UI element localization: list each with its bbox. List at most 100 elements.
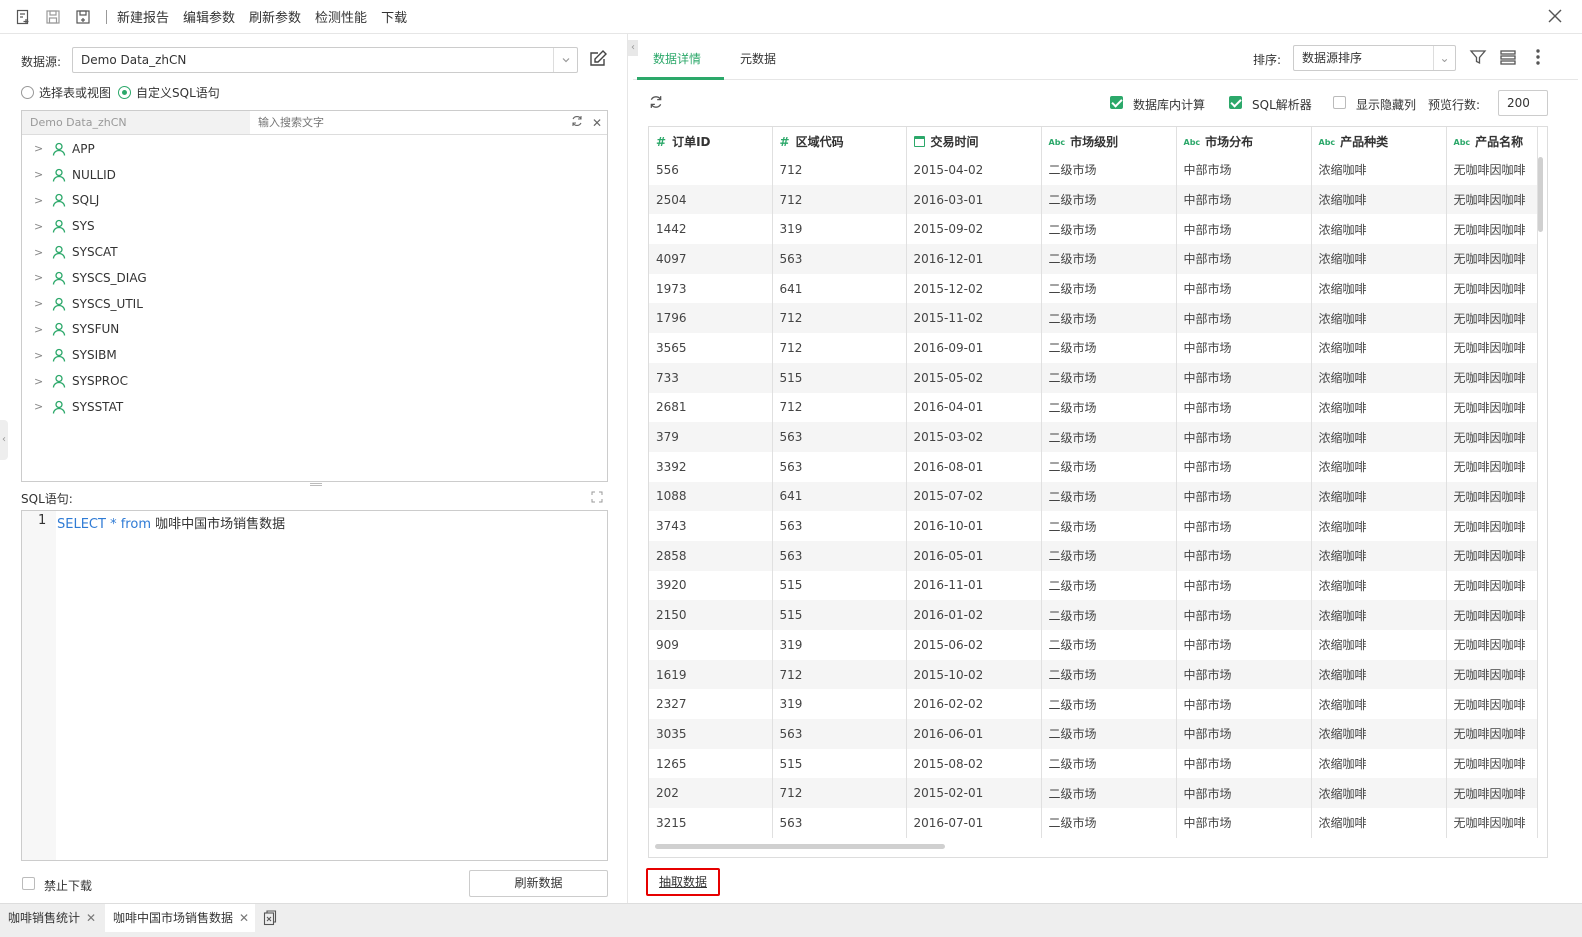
table-row[interactable]: 3743 563 2016-10-01 二级市场 中部市场 浓缩咖啡 无咖啡因咖啡 bbox=[649, 511, 1538, 541]
list-view-icon[interactable] bbox=[1499, 48, 1519, 68]
column-header[interactable]: # 订单ID bbox=[649, 127, 773, 155]
table-row[interactable]: 1796 712 2015-11-02 二级市场 中部市场 浓缩咖啡 无咖啡因咖啡 bbox=[649, 303, 1538, 334]
db-compute-checkbox[interactable] bbox=[1110, 96, 1123, 109]
radio-circle-icon[interactable] bbox=[21, 86, 34, 99]
tree-item-schema[interactable]: > SYS bbox=[22, 213, 607, 239]
table-row[interactable]: 3035 563 2016-06-01 二级市场 中部市场 浓缩咖啡 无咖啡因咖啡 bbox=[649, 719, 1538, 749]
save-icon[interactable] bbox=[44, 8, 62, 26]
chevron-right-icon[interactable]: > bbox=[34, 323, 46, 336]
refresh-data-button[interactable]: 刷新数据 bbox=[469, 870, 608, 897]
column-header[interactable]: # 区域代码 bbox=[772, 127, 907, 155]
show-hidden-checkbox[interactable] bbox=[1333, 96, 1346, 109]
column-header-label: 区域代码 bbox=[795, 134, 844, 149]
sql-code[interactable]: SELECT * from 咖啡中国市场销售数据 bbox=[57, 513, 285, 532]
chevron-right-icon[interactable]: > bbox=[34, 297, 46, 310]
table-row[interactable]: 2327 319 2016-02-02 二级市场 中部市场 浓缩咖啡 无咖啡因咖啡 bbox=[649, 689, 1538, 720]
column-header[interactable]: 交易时间 bbox=[906, 127, 1042, 155]
table-row[interactable]: 4097 563 2016-12-01 二级市场 中部市场 浓缩咖啡 无咖啡因咖啡 bbox=[649, 244, 1538, 274]
tree-item-schema[interactable]: > SYSCAT bbox=[22, 239, 607, 265]
reload-icon[interactable] bbox=[649, 95, 663, 112]
close-icon[interactable] bbox=[1546, 7, 1566, 27]
tree-item-schema[interactable]: > SYSCS_DIAG bbox=[22, 265, 607, 291]
extract-data-button[interactable]: 抽取数据 bbox=[646, 868, 720, 896]
save-as-icon[interactable] bbox=[74, 8, 92, 26]
table-row[interactable]: 3920 515 2016-11-01 二级市场 中部市场 浓缩咖啡 无咖啡因咖啡 bbox=[649, 570, 1538, 601]
tree-item-schema[interactable]: > APP bbox=[22, 136, 607, 162]
add-tab-icon[interactable] bbox=[263, 910, 277, 929]
vertical-scrollbar[interactable] bbox=[1538, 157, 1543, 232]
table-row[interactable]: 556 712 2015-04-02 二级市场 中部市场 浓缩咖啡 无咖啡因咖啡 bbox=[649, 155, 1538, 185]
disable-download-checkbox[interactable] bbox=[22, 877, 35, 890]
filter-icon[interactable] bbox=[1469, 48, 1489, 68]
table-row[interactable]: 1442 319 2015-09-02 二级市场 中部市场 浓缩咖啡 无咖啡因咖啡 bbox=[649, 214, 1538, 245]
left-collapse-handle[interactable]: ‹ bbox=[0, 420, 8, 460]
chevron-right-icon[interactable]: > bbox=[34, 400, 46, 413]
radio-selected-icon[interactable] bbox=[118, 86, 131, 99]
chevron-down-icon[interactable] bbox=[553, 48, 577, 72]
refresh-params-button[interactable]: 刷新参数 bbox=[249, 7, 301, 26]
clear-icon[interactable]: ✕ bbox=[587, 116, 607, 130]
table-row[interactable]: 202 712 2015-02-01 二级市场 中部市场 浓缩咖啡 无咖啡因咖啡 bbox=[649, 778, 1538, 809]
close-tab-icon[interactable]: ✕ bbox=[239, 911, 249, 925]
table-row[interactable]: 733 515 2015-05-02 二级市场 中部市场 浓缩咖啡 无咖啡因咖啡 bbox=[649, 362, 1538, 393]
tab-coffee-stats[interactable]: 咖啡销售统计 ✕ bbox=[0, 904, 104, 932]
sql-parser-checkbox[interactable] bbox=[1229, 96, 1242, 109]
tree-item-schema[interactable]: > SYSFUN bbox=[22, 317, 607, 343]
tree-item-schema[interactable]: > SYSPROC bbox=[22, 368, 607, 394]
new-report-button[interactable]: 新建报告 bbox=[117, 7, 169, 26]
preview-rows-input[interactable]: 200 bbox=[1498, 90, 1548, 116]
tree-item-schema[interactable]: > SYSIBM bbox=[22, 342, 607, 368]
chevron-right-icon[interactable]: > bbox=[34, 375, 46, 388]
table-row[interactable]: 2858 563 2016-05-01 二级市场 中部市场 浓缩咖啡 无咖啡因咖啡 bbox=[649, 540, 1538, 571]
column-header[interactable]: Abc 产品名称 bbox=[1446, 127, 1538, 155]
column-header[interactable]: Abc 市场分布 bbox=[1176, 127, 1312, 155]
chevron-right-icon[interactable]: > bbox=[34, 220, 46, 233]
table-row[interactable]: 3215 563 2016-07-01 二级市场 中部市场 浓缩咖啡 无咖啡因咖啡 bbox=[649, 808, 1538, 838]
table-row[interactable]: 1619 712 2015-10-02 二级市场 中部市场 浓缩咖啡 无咖啡因咖啡 bbox=[649, 659, 1538, 690]
edit-params-button[interactable]: 编辑参数 bbox=[183, 7, 235, 26]
radio-custom-sql[interactable]: 自定义SQL语句 bbox=[118, 84, 220, 101]
download-button[interactable]: 下载 bbox=[381, 7, 407, 26]
column-header[interactable]: Abc 产品种类 bbox=[1311, 127, 1447, 155]
chevron-right-icon[interactable]: > bbox=[34, 168, 46, 181]
chevron-right-icon[interactable]: > bbox=[34, 246, 46, 259]
edit-icon[interactable] bbox=[588, 49, 608, 69]
table-row[interactable]: 909 319 2015-06-02 二级市场 中部市场 浓缩咖啡 无咖啡因咖啡 bbox=[649, 630, 1538, 660]
tab-metadata[interactable]: 元数据 bbox=[740, 50, 776, 67]
table-row[interactable]: 2150 515 2016-01-02 二级市场 中部市场 浓缩咖啡 无咖啡因咖啡 bbox=[649, 600, 1538, 630]
tree-item-schema[interactable]: > SYSSTAT bbox=[22, 394, 607, 420]
panel-resize-handle[interactable] bbox=[310, 483, 322, 486]
radio-table-view[interactable]: 选择表或视图 bbox=[21, 84, 111, 101]
close-tab-icon[interactable]: ✕ bbox=[86, 911, 96, 925]
tree-item-schema[interactable]: > NULLID bbox=[22, 162, 607, 188]
check-performance-button[interactable]: 检测性能 bbox=[315, 7, 367, 26]
horizontal-scrollbar[interactable] bbox=[655, 844, 945, 849]
table-cell: 1442 bbox=[649, 214, 773, 245]
table-row[interactable]: 1973 641 2015-12-02 二级市场 中部市场 浓缩咖啡 无咖啡因咖啡 bbox=[649, 273, 1538, 304]
sort-select[interactable]: 数据源排序 ⌄ bbox=[1293, 45, 1456, 71]
table-row[interactable]: 1265 515 2015-08-02 二级市场 中部市场 浓缩咖啡 无咖啡因咖啡 bbox=[649, 748, 1538, 779]
chevron-right-icon[interactable]: > bbox=[34, 271, 46, 284]
tree-item-schema[interactable]: > SYSCS_UTIL bbox=[22, 291, 607, 317]
table-row[interactable]: 3565 712 2016-09-01 二级市场 中部市场 浓缩咖啡 无咖啡因咖啡 bbox=[649, 333, 1538, 363]
table-row[interactable]: 1088 641 2015-07-02 二级市场 中部市场 浓缩咖啡 无咖啡因咖啡 bbox=[649, 481, 1538, 512]
tree-search-input[interactable] bbox=[250, 111, 567, 134]
chevron-right-icon[interactable]: > bbox=[34, 142, 46, 155]
new-doc-icon[interactable] bbox=[14, 8, 32, 26]
table-row[interactable]: 2681 712 2016-04-01 二级市场 中部市场 浓缩咖啡 无咖啡因咖啡 bbox=[649, 392, 1538, 423]
tab-coffee-china-data[interactable]: 咖啡中国市场销售数据 ✕ bbox=[105, 904, 255, 932]
more-icon[interactable] bbox=[1529, 48, 1549, 68]
fullscreen-icon[interactable] bbox=[591, 491, 603, 506]
refresh-icon[interactable] bbox=[567, 115, 587, 130]
table-row[interactable]: 3392 563 2016-08-01 二级市场 中部市场 浓缩咖啡 无咖啡因咖啡 bbox=[649, 451, 1538, 482]
tab-data-detail[interactable]: 数据详情 bbox=[653, 50, 701, 67]
table-row[interactable]: 2504 712 2016-03-01 二级市场 中部市场 浓缩咖啡 无咖啡因咖啡 bbox=[649, 184, 1538, 215]
column-header[interactable]: Abc 市场级别 bbox=[1041, 127, 1177, 155]
table-row[interactable]: 379 563 2015-03-02 二级市场 中部市场 浓缩咖啡 无咖啡因咖啡 bbox=[649, 422, 1538, 452]
chevron-right-icon[interactable]: > bbox=[34, 194, 46, 207]
chevron-down-icon[interactable]: ⌄ bbox=[1433, 46, 1455, 70]
sql-editor[interactable]: 1 SELECT * from 咖啡中国市场销售数据 bbox=[21, 510, 608, 861]
datasource-select[interactable]: Demo Data_zhCN bbox=[72, 47, 578, 73]
chevron-right-icon[interactable]: > bbox=[34, 349, 46, 362]
tree-item-schema[interactable]: > SQLJ bbox=[22, 188, 607, 214]
